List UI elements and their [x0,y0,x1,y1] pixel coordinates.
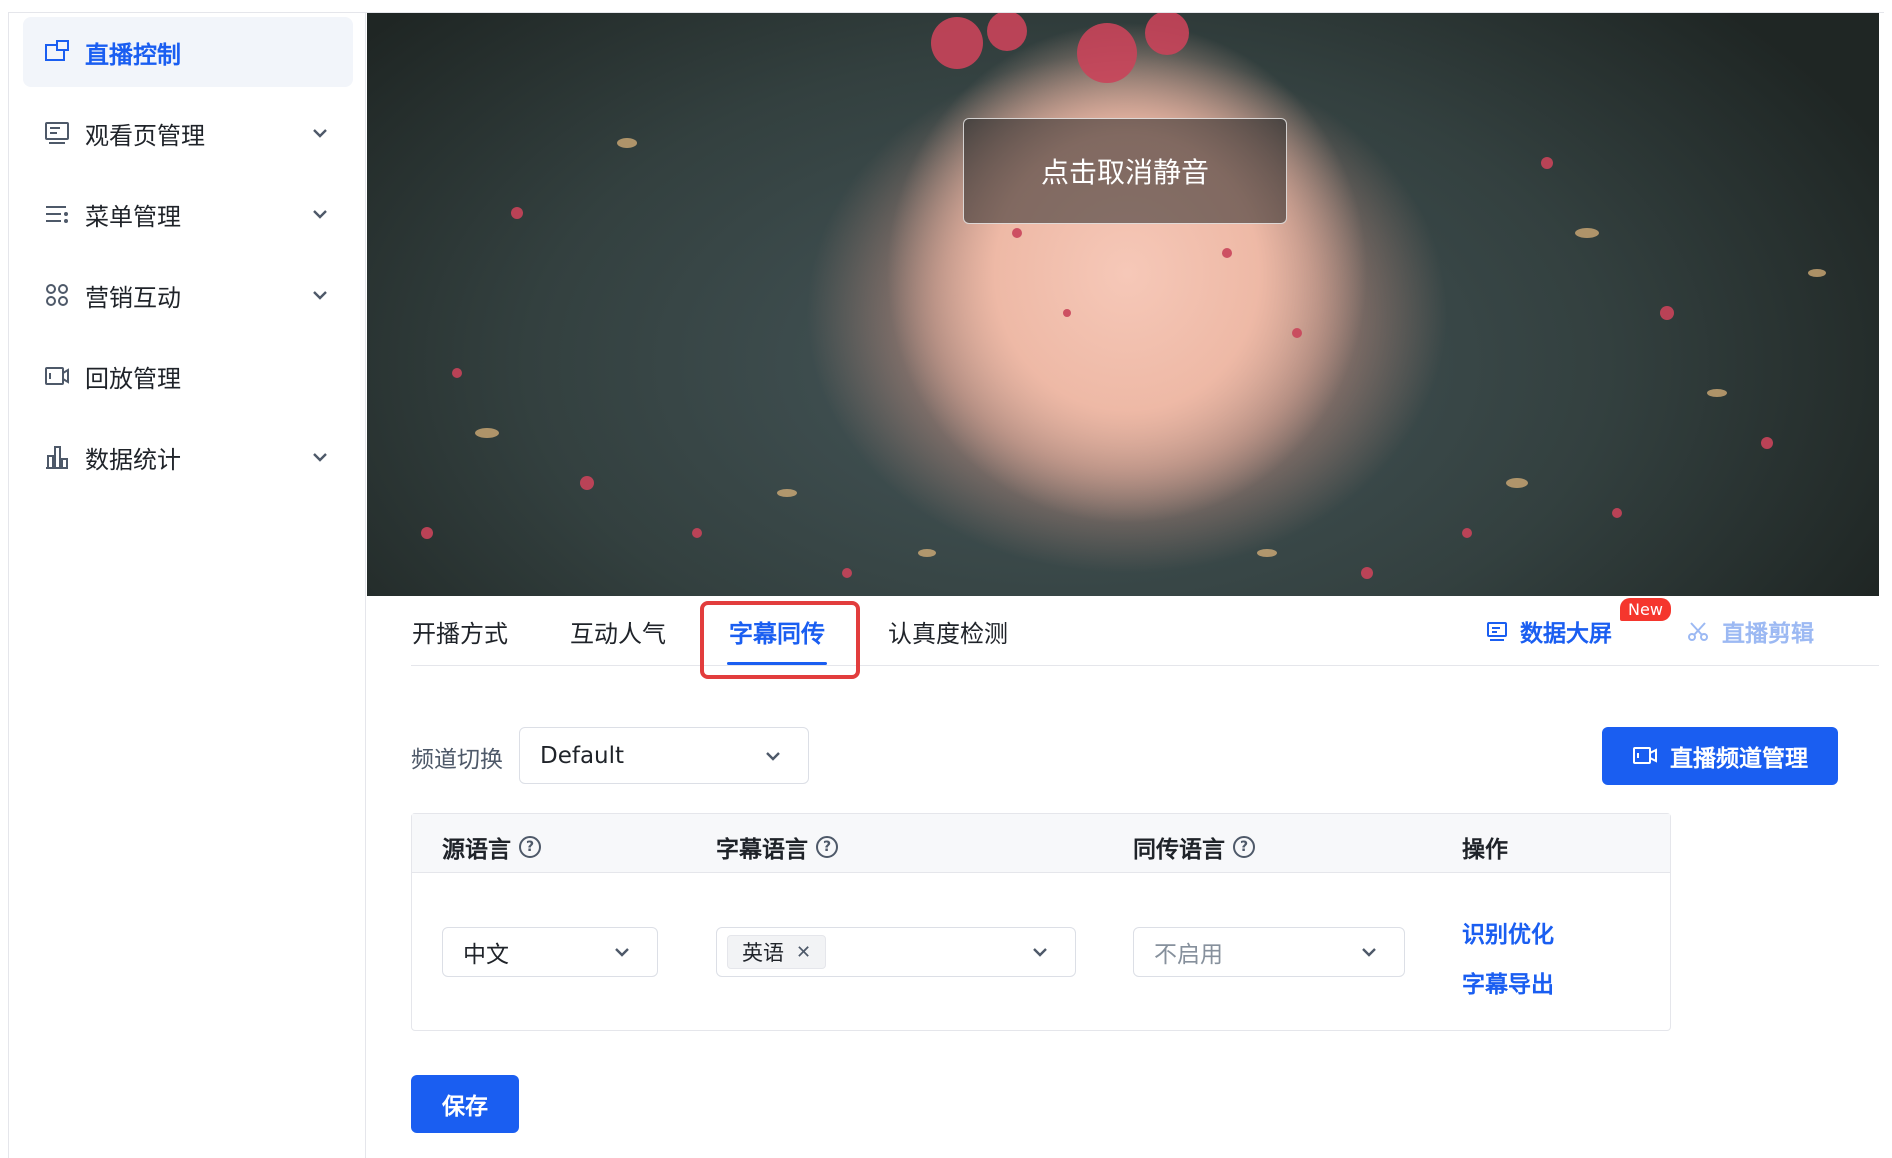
interpret-language-placeholder: 不启用 [1154,942,1223,968]
video-player[interactable]: 点击取消静音 [367,13,1879,596]
header-actions: 操作 [1462,830,1508,864]
header-subtitle-language: 字幕语言 ? [716,830,838,864]
chevron-down-icon [1358,941,1380,963]
channel-select-value: Default [540,742,625,769]
language-tag: 英语 ✕ [727,935,827,969]
subtitle-export-link[interactable]: 字幕导出 [1462,965,1554,999]
table-header: 源语言 ? 字幕语言 ? 同传语言 ? 操作 [412,814,1670,873]
header-label: 字幕语言 [716,837,808,863]
apps-icon [43,281,71,309]
help-icon[interactable]: ? [519,836,541,858]
sidebar-item-playback[interactable]: 回放管理 [23,341,353,411]
data-screen-link[interactable]: 数据大屏 [1486,614,1612,648]
channel-switch-label: 频道切换 [411,747,503,773]
active-tab-indicator [727,662,827,665]
scissors-icon [1688,622,1708,641]
sidebar-item-live-control[interactable]: 直播控制 [23,17,353,87]
tab-interaction-popularity[interactable]: 互动人气 [570,614,666,649]
source-language-select[interactable]: 中文 [442,927,658,977]
tab-bar: 开播方式 互动人气 字幕同传 认真度检测 数据大屏 New 直播剪辑 [411,596,1879,666]
header-label: 操作 [1462,837,1508,863]
close-icon[interactable]: ✕ [796,942,811,963]
tab-subtitle-interpretation[interactable]: 字幕同传 [729,614,825,649]
channel-select[interactable]: Default [519,727,809,784]
video-frame-image [421,13,1826,579]
language-tag-label: 英语 [742,941,784,965]
help-icon[interactable]: ? [816,836,838,858]
tab-broadcast-method[interactable]: 开播方式 [412,614,508,649]
live-clip-label: 直播剪辑 [1722,621,1814,647]
chevron-down-icon [309,122,331,144]
header-source-language: 源语言 ? [442,830,541,864]
data-screen-label: 数据大屏 [1520,621,1612,647]
sidebar-item-watch-page[interactable]: 观看页管理 [23,98,353,168]
source-language-value: 中文 [463,942,509,968]
sidebar-item-marketing[interactable]: 营销互动 [23,260,353,330]
sidebar: 直播控制 观看页管理 菜单管理 营销互动 回放管理 数据统计 [9,13,366,1158]
language-table: 源语言 ? 字幕语言 ? 同传语言 ? 操作 中文 英语 ✕ 不启用 识别优化 … [411,813,1671,1031]
save-button[interactable]: 保存 [411,1075,519,1133]
recognition-optimize-link[interactable]: 识别优化 [1462,915,1554,949]
monitor-icon [43,119,71,147]
header-label: 同传语言 [1133,837,1225,863]
unmute-button[interactable]: 点击取消静音 [963,118,1287,224]
sidebar-item-label: 回放管理 [85,364,181,393]
sidebar-item-label: 数据统计 [85,445,181,474]
tab-attention-detection[interactable]: 认真度检测 [888,614,1008,649]
menu-icon [43,200,71,228]
sidebar-item-statistics[interactable]: 数据统计 [23,422,353,492]
subtitle-language-select[interactable]: 英语 ✕ [716,927,1076,977]
channel-manage-button[interactable]: 直播频道管理 [1602,727,1838,785]
video-icon [43,362,71,390]
chevron-down-icon [309,203,331,225]
sidebar-item-menu[interactable]: 菜单管理 [23,179,353,249]
chevron-down-icon [611,941,633,963]
bar-chart-icon [43,443,71,471]
sidebar-item-label: 观看页管理 [85,121,205,150]
help-icon[interactable]: ? [1233,836,1255,858]
layout-icon [43,38,71,66]
screen-icon [1487,622,1507,641]
chevron-down-icon [1029,941,1051,963]
sidebar-item-label: 菜单管理 [85,202,181,231]
sidebar-item-label: 营销互动 [85,283,181,312]
chevron-down-icon [309,446,331,468]
sidebar-item-label: 直播控制 [85,40,181,69]
header-interpret-language: 同传语言 ? [1133,830,1255,864]
new-badge: New [1620,598,1671,621]
header-label: 源语言 [442,837,511,863]
chevron-down-icon [309,284,331,306]
interpret-language-select[interactable]: 不启用 [1133,927,1405,977]
live-clip-link[interactable]: 直播剪辑 [1686,614,1814,648]
channel-manage-label: 直播频道管理 [1670,746,1808,772]
video-icon [1633,747,1657,764]
chevron-down-icon [762,745,784,767]
